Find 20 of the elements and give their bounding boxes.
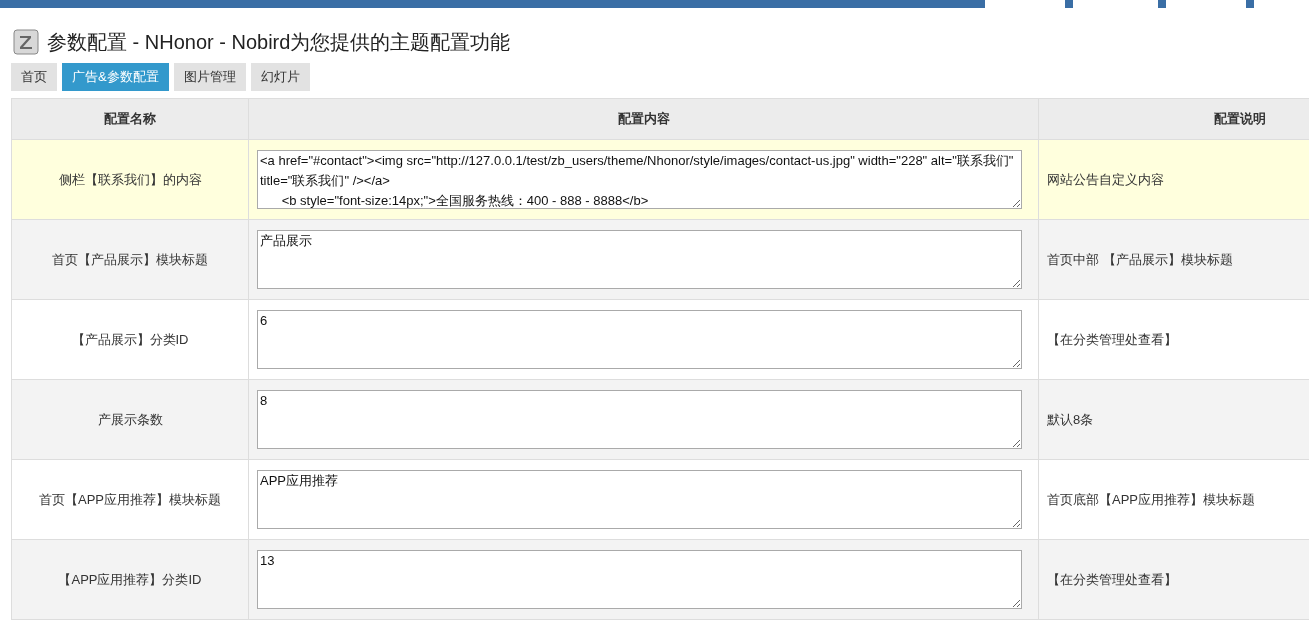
tab[interactable]: 幻灯片 [250,63,310,91]
page-title: 参数配置 - NHonor - Nobird为您提供的主题配置功能 [47,30,511,55]
table-cell: 首页【APP应用推荐】模块标题 [11,459,249,540]
logo-icon [13,29,39,55]
text-area[interactable]: APP应用推荐 [257,470,1022,529]
text-area[interactable]: 13 [257,550,1022,609]
table-cell: 首页【产品展示】模块标题 [11,219,249,300]
column-header: 配置名称 [11,98,249,140]
table-cell: 侧栏【联系我们】的内容 [11,139,249,220]
table-cell: 产展示条数 [11,379,249,460]
text-area[interactable]: 产品展示 [257,230,1022,289]
table-cell: 【APP应用推荐】分类ID [11,539,249,620]
text-area[interactable]: 6 [257,310,1022,369]
column-header: 配置说明 [1038,98,1309,140]
column-header: 配置内容 [248,98,1039,140]
text-area[interactable]: 8 [257,390,1022,449]
tab[interactable]: 图片管理 [173,63,246,91]
text-area[interactable]: <a href="#contact"><img src="http://127.0.0.1/test/zb_users/theme/Nhonor/style/images/contact-us.jpg" width="228" alt="联系我们" title="联系我们" /></a> <b style="font-size:14px;">全国服务热线：400 - 888 - 8888</b> [257,150,1022,209]
tab[interactable]: 首页 [11,63,57,91]
table-cell: 【产品展示】分类ID [11,299,249,380]
